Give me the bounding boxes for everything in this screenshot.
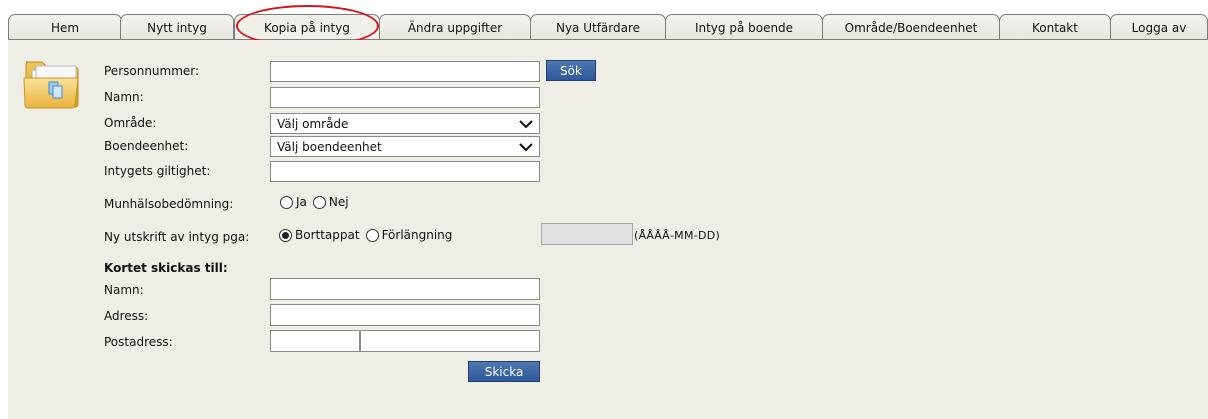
munhalso-ja-radio[interactable] [280, 195, 293, 209]
borttappat-radio[interactable] [279, 228, 292, 242]
utskrift-label: Ny utskrift av intyg pga: [104, 230, 250, 244]
date-format-hint: (ÅÅÅÅ-MM-DD) [634, 229, 721, 242]
forlangning-radio[interactable] [365, 228, 379, 242]
folder-copy-icon [23, 61, 79, 109]
omrade-label: Område: [104, 116, 157, 130]
chevron-down-icon [519, 142, 533, 151]
tab-nytt-intyg[interactable]: Nytt intyg [120, 14, 234, 40]
tab-intyg-pa-boende[interactable]: Intyg på boende [665, 14, 823, 40]
search-button[interactable]: Sök [546, 60, 596, 81]
chevron-down-icon [519, 119, 533, 128]
borttappat-label: Borttappat [295, 228, 360, 242]
tab-hem[interactable]: Hem [8, 14, 122, 40]
giltighet-input[interactable] [270, 161, 540, 182]
boendeenhet-label: Boendeenhet: [104, 139, 189, 153]
forlangning-label: Förlängning [381, 228, 453, 242]
date-input[interactable] [541, 223, 633, 245]
utskrift-radio-group: Borttappat Förlängning [279, 228, 452, 242]
omrade-select[interactable]: Välj område [270, 113, 540, 134]
munhalso-nej-label: Nej [328, 195, 349, 209]
shipping-adress-label: Adress: [104, 309, 149, 323]
tab-kopia-pa-intyg[interactable]: Kopia på intyg [234, 14, 380, 40]
omrade-selected-value: Välj område [277, 116, 349, 131]
tab-bar: Hem Nytt intyg Kopia på intyg Ändra uppg… [0, 0, 1208, 47]
postnummer-input[interactable] [270, 330, 360, 352]
tab-logga-av[interactable]: Logga av [1110, 14, 1208, 40]
personnummer-label: Personnummer: [104, 64, 200, 78]
tab-kontakt[interactable]: Kontakt [999, 14, 1111, 40]
ort-input[interactable] [360, 330, 540, 352]
shipping-heading: Kortet skickas till: [104, 261, 228, 275]
munhalso-nej-radio[interactable] [312, 195, 326, 209]
shipping-adress-input[interactable] [270, 304, 540, 326]
shipping-namn-input[interactable] [270, 278, 540, 300]
form-panel: Personnummer: Sök Namn: Område: Välj omr… [8, 40, 1208, 419]
boendeenhet-select[interactable]: Välj boendeenhet [270, 136, 540, 157]
munhalso-radio-group: Ja Nej [280, 195, 349, 209]
namn-input[interactable] [270, 87, 540, 108]
tab-omrade-boendeenhet[interactable]: Område/Boendeenhet [822, 14, 1000, 40]
tab-andra-uppgifter[interactable]: Ändra uppgifter [379, 14, 531, 40]
giltighet-label: Intygets giltighet: [104, 164, 211, 178]
munhalso-ja-label: Ja [296, 195, 307, 209]
shipping-namn-label: Namn: [104, 283, 144, 297]
submit-button[interactable]: Skicka [468, 361, 540, 382]
munhalso-label: Munhälsobedömning: [104, 197, 234, 211]
tab-nya-utfardare[interactable]: Nya Utfärdare [530, 14, 666, 40]
shipping-postadress-label: Postadress: [104, 335, 173, 349]
boendeenhet-selected-value: Välj boendeenhet [277, 139, 382, 154]
namn-label: Namn: [104, 90, 144, 104]
personnummer-input[interactable] [270, 61, 540, 82]
